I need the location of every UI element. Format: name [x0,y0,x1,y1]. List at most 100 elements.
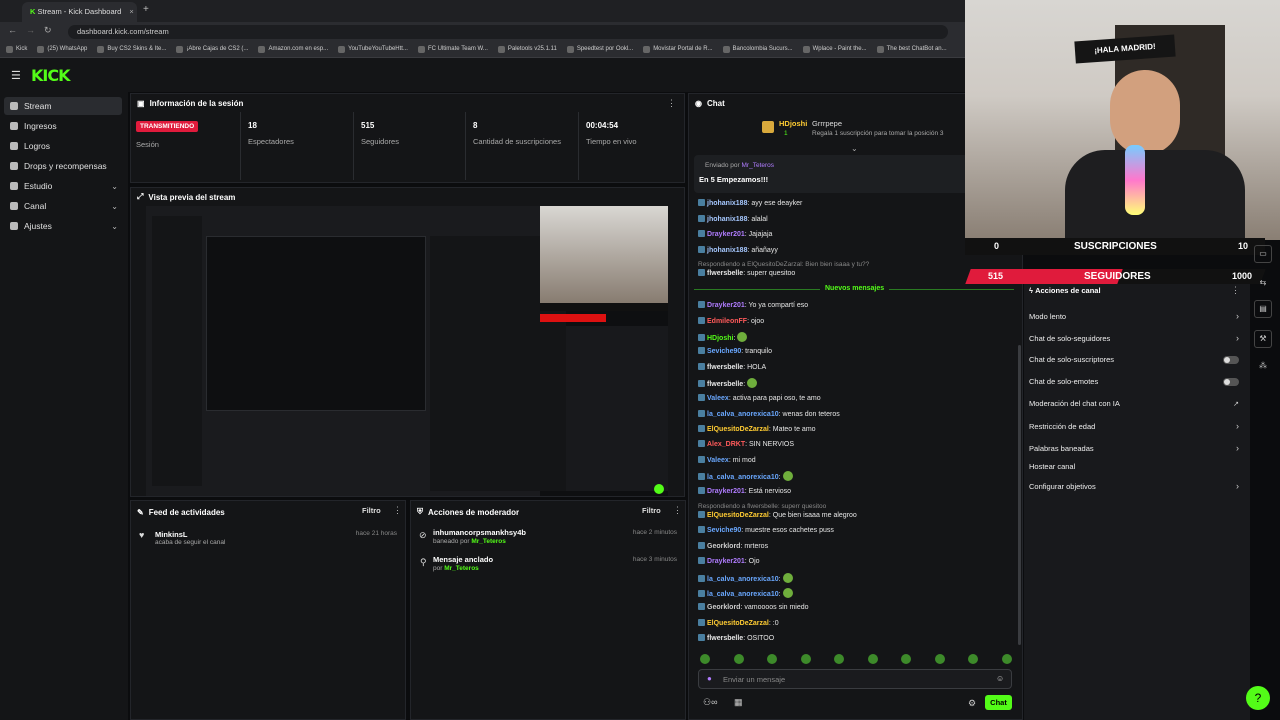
bookmark-item[interactable]: Wplace - Paint the... [802,45,867,53]
chat-message[interactable]: flwersbelle: HOLA [698,363,766,371]
chat-username[interactable]: flwersbelle [707,270,743,277]
chat-username[interactable]: Seviche90 [707,527,741,534]
chat-username[interactable]: Valeex [707,457,729,464]
bookmark-item[interactable]: Paletools v25.1.11 [497,45,557,53]
bookmark-item[interactable]: FC Ultimate Team W... [417,45,488,53]
action-modo-lento[interactable]: Modo lento › [1029,311,1239,321]
chat-username[interactable]: Georklord [707,543,740,550]
bookmark-item[interactable]: ¡Abre Cajas de CS2 (... [176,45,248,53]
bookmark-item[interactable]: Movistar Portal de R... [643,45,713,53]
chat-username[interactable]: la_calva_anorexica10 [707,591,779,598]
top-gifter-2[interactable]: Grrrpepe [812,119,842,128]
chat-message[interactable]: EdmileonFF: ojoo [698,317,764,325]
kick-logo[interactable]: KICK [31,66,70,85]
sidebar-item-stream[interactable]: Stream [4,97,122,115]
chat-username[interactable]: Drayker201 [707,302,745,309]
chat-username[interactable]: jhohanix188 [707,216,747,223]
chat-message[interactable]: Respondiendo a ElQuesitoDeZarzal: Bien b… [698,261,869,268]
chat-username[interactable]: Valeex [707,395,729,402]
chat-message[interactable]: Georklord: mrteros [698,542,768,550]
sidebar-item-ingresos[interactable]: Ingresos [4,117,122,135]
emote-shortcut-icon[interactable] [1001,654,1012,664]
sidebar-item-logros[interactable]: Logros [4,137,122,155]
browser-tab[interactable]: K Stream - Kick Dashboard × [22,2,137,22]
chat-username[interactable]: Seviche90 [707,348,741,355]
sidebar-item-canal[interactable]: Canal ⌄ [4,197,122,215]
chat-message[interactable]: Valeex: activa para papi oso, te amo [698,394,821,402]
chat-message[interactable]: la_calva_anorexica10: [698,588,793,598]
chat-username[interactable]: Alex_DRKT [707,441,745,448]
chat-message[interactable]: Drayker201: Yo ya compartí eso [698,301,808,309]
emote-shortcut-icon[interactable] [800,654,811,664]
chat-username[interactable]: ElQuesitoDeZarzal [707,620,769,627]
side-tool-icon-2[interactable]: ⇆ [1254,275,1272,293]
feed-more-icon[interactable]: ⋮ [393,505,402,516]
chat-username[interactable]: Drayker201 [707,488,745,495]
chat-message[interactable]: la_calva_anorexica10: [698,471,793,481]
calendar-icon[interactable]: ▦ [734,697,743,708]
chat-message[interactable]: Drayker201: Ojo [698,557,760,565]
chat-username[interactable]: Georklord [707,604,740,611]
emote-shortcut-icon[interactable] [834,654,844,664]
action-chat-de-solo-seguidores[interactable]: Chat de solo-seguidores › [1029,333,1239,343]
action-restricci-n-de-edad[interactable]: Restricción de edad › [1029,421,1239,431]
chat-message[interactable]: ElQuesitoDeZarzal: Mateo te amo [698,425,816,433]
chat-username[interactable]: flwersbelle [707,381,743,388]
emote-shortcut-icon[interactable] [901,654,911,664]
chat-message[interactable]: ElQuesitoDeZarzal: Que bien isaaa me ale… [698,511,857,519]
chat-message[interactable]: flwersbelle: OSITOO [698,634,774,642]
bookmark-item[interactable]: The best ChatBot an... [876,45,947,53]
mic-icon[interactable]: ● [707,674,712,683]
chat-message[interactable]: Seviche90: muestre esos cachetes puss [698,526,834,534]
chat-username[interactable]: Drayker201 [707,558,745,565]
side-tool-icon-1[interactable]: ▭ [1254,245,1272,263]
chat-username[interactable]: jhohanix188 [707,247,747,254]
close-tab-icon[interactable]: × [129,7,133,16]
menu-icon[interactable]: ☰ [11,69,21,82]
emote-shortcut-icon[interactable] [934,654,945,664]
side-tool-icon-5[interactable]: ⁂ [1254,358,1272,376]
bookmark-item[interactable]: Speedtest por Ookl... [566,45,633,53]
feed-user[interactable]: MinkinsL [155,530,188,539]
mod-item-by[interactable]: Mr_Teteros [471,538,506,545]
chat-message[interactable]: la_calva_anorexica10: [698,573,793,583]
url-field[interactable]: dashboard.kick.com/stream [68,25,948,39]
chat-username[interactable]: la_calva_anorexica10 [707,474,779,481]
expand-icon[interactable]: ⤢ [137,192,143,202]
chat-scrollbar[interactable] [1018,345,1021,645]
bookmark-item[interactable]: YouTubeYouTubeHtt... [338,45,408,53]
emoji-icon[interactable]: ☺ [996,674,1004,683]
bookmark-item[interactable]: Buy CS2 Skins & Ite... [97,45,166,53]
emote-shortcut-icon[interactable] [767,654,777,664]
action-hostear-canal[interactable]: Hostear canal [1029,462,1239,471]
toggle-switch[interactable] [1223,377,1239,386]
chat-message[interactable]: flwersbelle: [698,378,758,388]
help-icon[interactable]: ? [1246,686,1270,710]
chat-message[interactable]: jhohanix188: alalal [698,215,768,223]
side-tool-icon-3[interactable]: ▤ [1254,300,1272,318]
chat-username[interactable]: HDjoshi [707,335,733,342]
chat-message[interactable]: jhohanix188: añañayy [698,246,778,254]
chat-username[interactable]: jhohanix188 [707,200,747,207]
chat-username[interactable]: flwersbelle [707,635,743,642]
chat-message[interactable]: HDjoshi: [698,332,748,342]
action-configurar-objetivos[interactable]: Configurar objetivos › [1029,481,1239,491]
sidebar-item-estudio[interactable]: Estudio ⌄ [4,177,122,195]
bookmark-item[interactable]: Kick [6,45,27,53]
chat-message[interactable]: ElQuesitoDeZarzal: :0 [698,619,779,627]
chat-username[interactable]: Drayker201 [707,231,745,238]
toggle-switch[interactable] [1223,355,1239,364]
chat-message[interactable]: Respondiendo a flwersbelle: superr quesi… [698,503,826,510]
back-icon[interactable]: ← [8,25,17,35]
chat-send-button[interactable]: Chat [985,695,1012,710]
action-chat-de-solo-emotes[interactable]: Chat de solo-emotes [1029,377,1239,386]
emote-shortcut-icon[interactable] [700,654,710,664]
mod-item-by[interactable]: Mr_Teteros [444,565,479,572]
chat-username[interactable]: ElQuesitoDeZarzal [707,512,769,519]
actions-more-icon[interactable]: ⋮ [1231,285,1240,296]
chat-message[interactable]: jhohanix188: ayy ese deayker [698,199,802,207]
bookmark-item[interactable]: Amazon.com en esp... [258,45,328,53]
sidebar-item-drops[interactable]: Drops y recompensas [4,157,122,175]
chat-message[interactable]: Alex_DRKT: SIN NERVIOS [698,440,794,448]
reload-icon[interactable]: ↻ [44,25,52,36]
